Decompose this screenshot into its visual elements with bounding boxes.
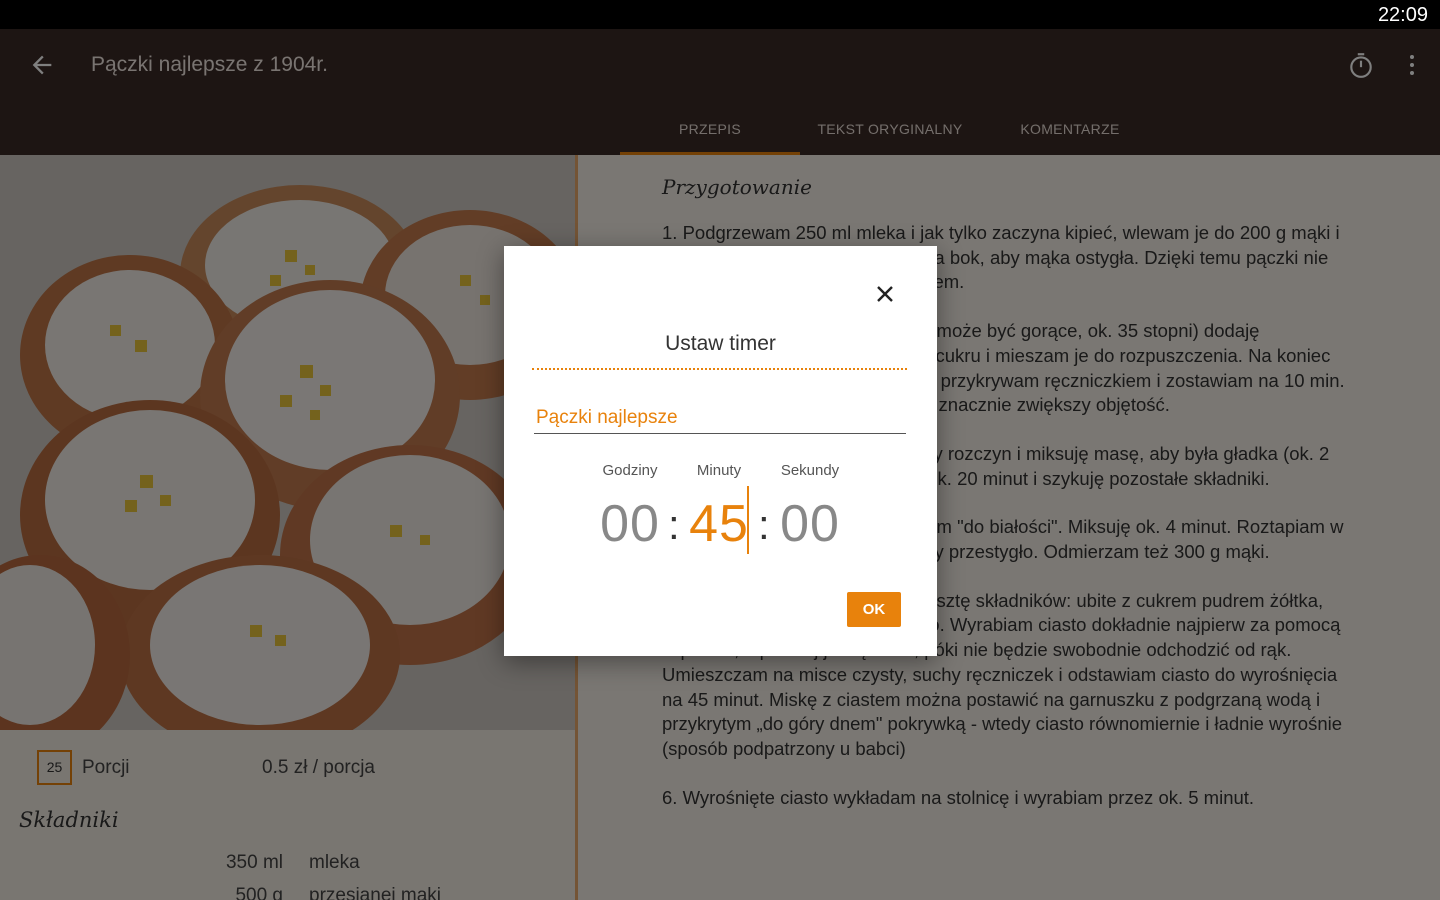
timer-name-input[interactable]	[534, 402, 906, 434]
minutes-label: Minuty	[696, 462, 742, 479]
seconds-label: Sekundy	[780, 462, 840, 479]
timer-dialog: Ustaw timer Godziny Minuty Sekundy 00 : …	[504, 246, 937, 656]
time-separator: :	[758, 501, 770, 548]
time-separator: :	[668, 501, 680, 548]
dialog-title: Ustaw timer	[665, 332, 776, 355]
close-icon[interactable]	[873, 282, 897, 306]
hours-field[interactable]: 00	[590, 494, 670, 554]
text-cursor	[747, 486, 749, 554]
hours-label: Godziny	[602, 462, 658, 479]
status-bar: 22:09	[0, 0, 1440, 29]
title-divider	[532, 368, 907, 370]
seconds-field[interactable]: 00	[770, 494, 850, 554]
status-time: 22:09	[1377, 4, 1428, 26]
ok-button[interactable]: OK	[847, 592, 901, 627]
